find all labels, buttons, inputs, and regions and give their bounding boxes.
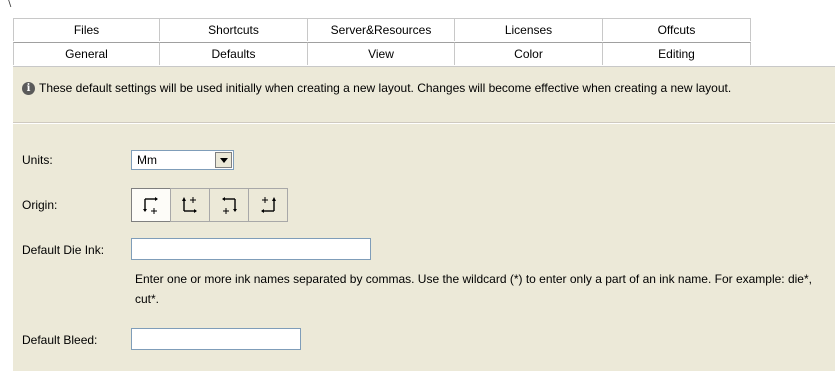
info-icon: i (22, 82, 35, 95)
tab-licenses[interactable]: Licenses (455, 18, 603, 41)
default-bleed-input[interactable] (131, 328, 301, 350)
origin-top-left-button[interactable] (131, 188, 171, 222)
tab-view[interactable]: View (308, 42, 455, 65)
tab-defaults[interactable]: Defaults (160, 42, 308, 65)
origin-bottom-right-button[interactable] (248, 188, 288, 222)
units-value: Mm (137, 153, 157, 167)
info-text: These default settings will be used init… (39, 81, 732, 95)
tab-row-front: General Defaults View Color Editing (13, 42, 835, 66)
default-die-ink-label: Default Die Ink: (22, 243, 105, 257)
default-die-ink-input[interactable] (131, 238, 371, 260)
corner-marker: ∖ (6, 0, 13, 10)
default-bleed-label: Default Bleed: (22, 333, 98, 347)
defaults-panel: i These default settings will be used in… (13, 66, 835, 371)
divider (13, 122, 835, 124)
tab-color[interactable]: Color (455, 42, 603, 65)
tab-server-resources[interactable]: Server&Resources (308, 18, 455, 41)
tab-editing[interactable]: Editing (603, 42, 751, 65)
tab-shortcuts[interactable]: Shortcuts (160, 18, 308, 41)
units-label: Units: (22, 153, 53, 167)
origin-bottom-left-icon (182, 197, 197, 213)
tab-offcuts[interactable]: Offcuts (603, 18, 751, 41)
origin-bottom-right-icon (261, 197, 276, 213)
units-dropdown[interactable]: Mm (131, 150, 234, 170)
tab-row-back: Files Shortcuts Server&Resources License… (13, 18, 835, 42)
origin-top-right-icon (222, 197, 237, 214)
origin-top-right-button[interactable] (209, 188, 249, 222)
info-message: i These default settings will be used in… (22, 80, 812, 97)
tab-files[interactable]: Files (13, 18, 160, 41)
tab-general[interactable]: General (13, 42, 160, 65)
origin-bottom-left-button[interactable] (170, 188, 210, 222)
origin-button-group (131, 188, 288, 222)
chevron-down-icon[interactable] (215, 152, 232, 168)
tab-strip: Files Shortcuts Server&Resources License… (13, 18, 835, 66)
origin-top-left-icon (143, 197, 158, 214)
die-ink-help-text: Enter one or more ink names separated by… (135, 272, 812, 306)
origin-label: Origin: (22, 198, 58, 212)
